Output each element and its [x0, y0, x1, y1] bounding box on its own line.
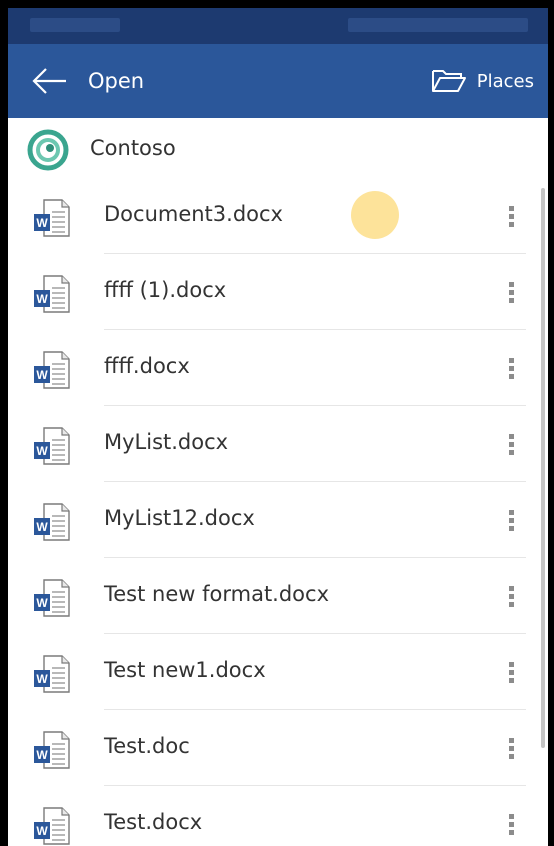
word-doc-icon: W — [34, 275, 70, 313]
touch-indicator — [351, 191, 399, 239]
more-options-button[interactable] — [498, 726, 526, 770]
svg-text:W: W — [36, 444, 48, 458]
file-name: Document3.docx — [104, 202, 283, 226]
word-doc-icon: W — [34, 731, 70, 769]
more-options-button[interactable] — [498, 270, 526, 314]
word-doc-icon: W — [34, 655, 70, 693]
file-list: W Document3.docx W ffff (1).docx W ffff.… — [8, 178, 548, 846]
more-options-button[interactable] — [498, 498, 526, 542]
scrollbar[interactable] — [541, 188, 545, 748]
file-name: MyList.docx — [104, 430, 229, 454]
folder-icon — [431, 70, 466, 92]
file-list-item[interactable]: W Test new format.docx — [8, 558, 548, 634]
svg-text:W: W — [36, 216, 48, 230]
word-doc-icon: W — [34, 579, 70, 617]
more-options-button[interactable] — [498, 574, 526, 618]
file-name: Test new format.docx — [104, 582, 330, 606]
page-title: Open — [88, 69, 145, 93]
status-bar — [8, 8, 548, 44]
file-list-item[interactable]: W Document3.docx — [8, 178, 548, 254]
app-bar: Open Places — [8, 44, 548, 118]
word-doc-icon: W — [34, 427, 70, 465]
location-name: Contoso — [90, 136, 176, 160]
svg-text:W: W — [36, 748, 48, 762]
svg-text:W: W — [36, 292, 48, 306]
file-list-item[interactable]: W ffff (1).docx — [8, 254, 548, 330]
places-button[interactable]: Places — [431, 62, 534, 100]
more-options-button[interactable] — [498, 346, 526, 390]
svg-text:W: W — [36, 824, 48, 838]
file-name: ffff (1).docx — [104, 278, 227, 302]
svg-text:W: W — [36, 672, 48, 686]
file-list-item[interactable]: W MyList.docx — [8, 406, 548, 482]
word-doc-icon: W — [34, 351, 70, 389]
more-options-button[interactable] — [498, 194, 526, 238]
file-name: ffff.docx — [104, 354, 190, 378]
back-arrow-icon — [32, 68, 66, 94]
svg-text:W: W — [36, 596, 48, 610]
more-options-button[interactable] — [498, 802, 526, 846]
file-name: Test.doc — [104, 734, 190, 758]
contoso-logo-icon — [27, 129, 69, 171]
status-bar-right-indicators — [348, 18, 528, 32]
word-doc-icon: W — [34, 503, 70, 541]
file-list-item[interactable]: W MyList12.docx — [8, 482, 548, 558]
svg-text:W: W — [36, 520, 48, 534]
word-doc-icon: W — [34, 199, 70, 237]
location-header: Contoso — [8, 120, 548, 178]
file-list-item[interactable]: W Test.docx — [8, 786, 548, 846]
file-list-item[interactable]: W Test.doc — [8, 710, 548, 786]
places-label: Places — [476, 70, 534, 92]
more-options-button[interactable] — [498, 650, 526, 694]
app-window: Open Places Contoso W Document3.docx W f… — [8, 8, 548, 846]
file-name: MyList12.docx — [104, 506, 255, 530]
more-options-button[interactable] — [498, 422, 526, 466]
status-bar-left-indicators — [30, 18, 120, 32]
svg-text:W: W — [36, 368, 48, 382]
file-list-item[interactable]: W ffff.docx — [8, 330, 548, 406]
file-name: Test new1.docx — [104, 658, 266, 682]
word-doc-icon: W — [34, 807, 70, 845]
file-name: Test.docx — [104, 810, 203, 834]
back-button[interactable] — [30, 64, 70, 98]
file-list-item[interactable]: W Test new1.docx — [8, 634, 548, 710]
